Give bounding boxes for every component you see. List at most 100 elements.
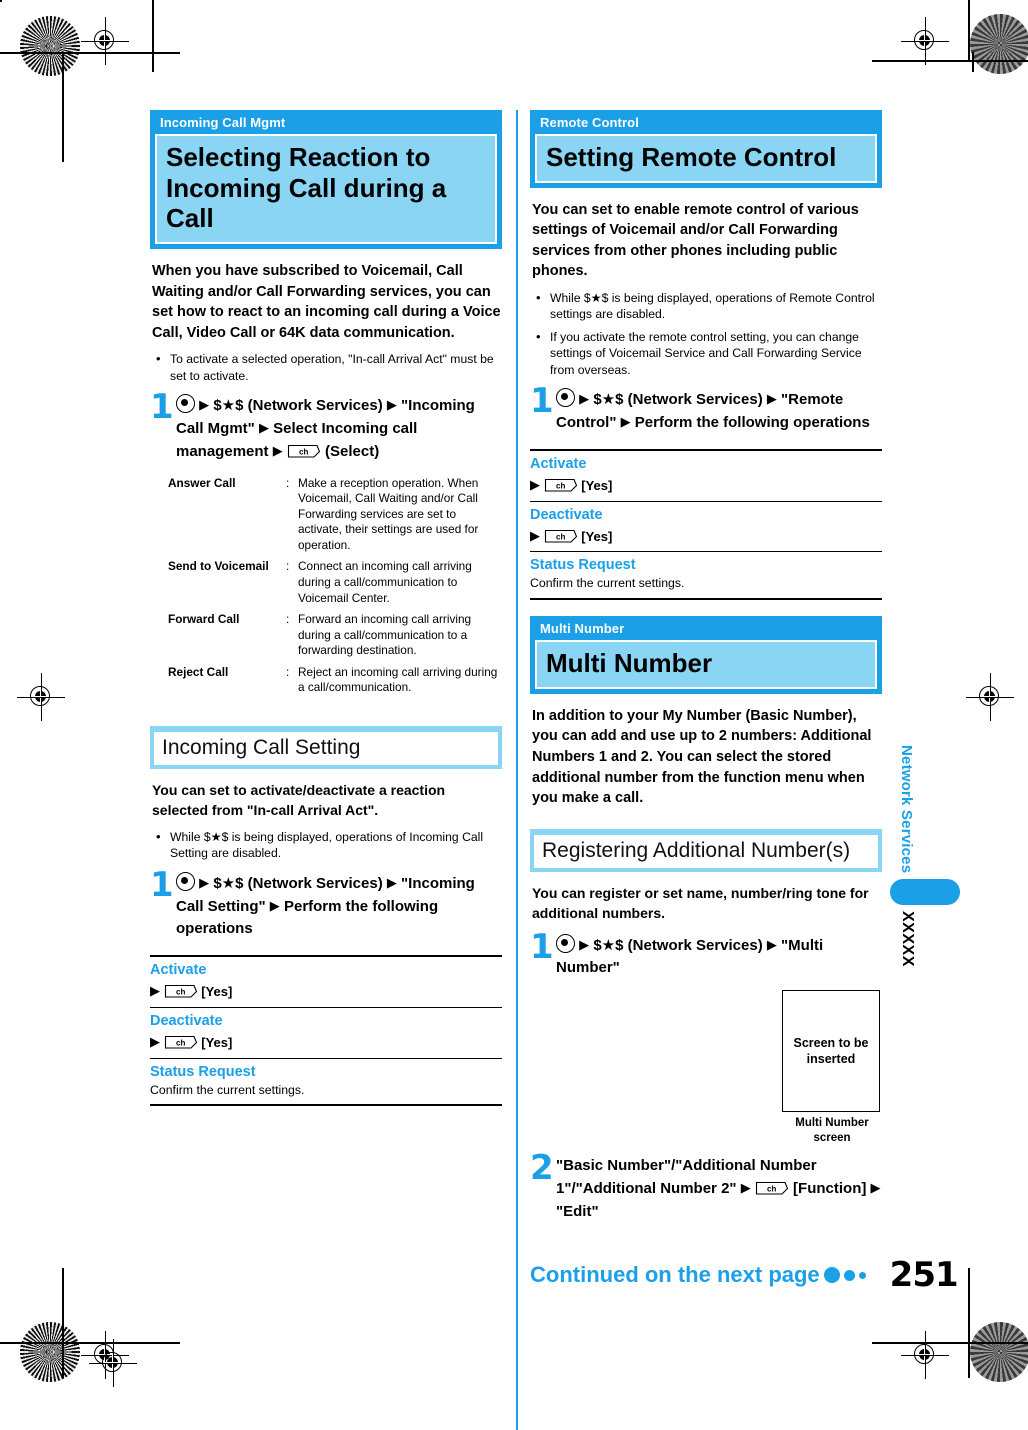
step-text: ▶ $★$ (Network Services) ▶ "Multi Number… (556, 933, 882, 981)
subsection-header-registering-additional-numbers: Registering Additional Number(s) (530, 828, 882, 872)
arrow-icon: ▶ (272, 442, 283, 458)
step-1-incoming-call-setting: 1 ▶ $★$ (Network Services) ▶ "Incoming C… (150, 864, 502, 941)
option-label: Deactivate (150, 1012, 223, 1029)
ch-key-icon: ch (755, 1180, 789, 1196)
step-1-incoming-call-mgmt: 1 ▶ $★$ (Network Services) ▶ "Incoming C… (150, 387, 502, 463)
definition-separator: : (286, 612, 290, 627)
arrow-icon: ▶ (150, 983, 160, 999)
definition-term: Send to Voicemail (168, 559, 269, 574)
arrow-icon: ▶ (579, 391, 590, 407)
arrow-icon: ▶ (766, 936, 777, 952)
step-part-edit: "Edit" (556, 1202, 599, 1220)
arrow-icon: ▶ (386, 874, 397, 890)
step-part-action: Perform the following operations (634, 414, 870, 432)
svg-text:ch: ch (556, 532, 565, 541)
option-description: Confirm the current settings. (150, 1082, 305, 1097)
step-1-multi-number: 1 ▶ $★$ (Network Services) ▶ "Multi Numb… (530, 930, 882, 981)
arrow-icon: ▶ (258, 420, 269, 436)
definition-term: Reject Call (168, 664, 229, 679)
chapter-title: Multi Number (535, 640, 877, 689)
option-status-request: Status Request Confirm the current setti… (150, 1059, 502, 1105)
svg-text:ch: ch (767, 1184, 776, 1193)
option-label: Deactivate (530, 506, 603, 523)
definition-row: Reject Call : Reject an incoming call ar… (168, 665, 502, 696)
side-tab: Network Services XXXXX (890, 745, 960, 968)
arrow-icon: ▶ (766, 391, 777, 407)
page-number: 251 (889, 1255, 959, 1295)
arrow-icon: ▶ (740, 1179, 751, 1195)
subsection-title: Incoming Call Setting (154, 731, 498, 766)
screen-placeholder: Screen to be inserted (782, 990, 880, 1113)
arrow-icon: ▶ (579, 936, 590, 952)
option-label: Status Request (150, 1063, 256, 1080)
bullet-item: If you activate the remote control setti… (534, 328, 882, 378)
definition-row: Answer Call : Make a reception operation… (168, 476, 502, 554)
subsection-lead-text: You can register or set name, number/rin… (532, 884, 869, 921)
section-lead-text: You can set to enable remote control of … (532, 201, 859, 280)
chapter-title: Setting Remote Control (535, 134, 877, 183)
center-key-icon (556, 933, 575, 953)
option-status-request: Status Request Confirm the current setti… (530, 552, 882, 598)
step-part-network-services: $★$ (Network Services) (593, 936, 763, 954)
arrow-icon: ▶ (386, 397, 397, 413)
definition-row: Forward Call : Forward an incoming call … (168, 612, 502, 659)
step-part-function: [Function] (793, 1179, 867, 1197)
side-tab-pill (890, 879, 960, 906)
step-text: "Basic Number"/"Additional Number 1"/"Ad… (556, 1155, 882, 1223)
center-key-icon (176, 394, 195, 414)
step-text: ▶ $★$ (Network Services) ▶ "Incoming Cal… (176, 394, 502, 463)
option-operation: ▶ ch [Yes] (530, 477, 882, 495)
arrow-icon: ▶ (150, 1033, 160, 1049)
option-operation: ▶ ch [Yes] (150, 1034, 502, 1052)
option-operation: ▶ ch [Yes] (530, 528, 882, 546)
left-column: Incoming Call Mgmt Selecting Reaction to… (150, 110, 502, 1107)
option-operation: ▶ ch [Yes] (150, 983, 502, 1001)
subsection-bullets: While $★$ is being displayed, operations… (154, 828, 502, 862)
option-label: Status Request (530, 557, 636, 574)
section-lead-text: When you have subscribed to Voicemail, C… (152, 263, 501, 341)
option-key-label: [Yes] (581, 477, 613, 493)
bullet-item: To activate a selected operation, "In-ca… (154, 350, 502, 384)
option-label: Activate (150, 962, 207, 979)
step-number: 1 (150, 864, 174, 905)
definition-separator: : (286, 475, 290, 490)
svg-text:ch: ch (556, 481, 565, 490)
option-key-label: [Yes] (581, 528, 613, 544)
option-key-label: [Yes] (201, 984, 233, 1000)
arrow-icon: ▶ (530, 476, 540, 492)
definition-term: Answer Call (168, 475, 236, 490)
divider (150, 1104, 502, 1107)
definition-separator: : (286, 559, 290, 574)
subsection-title: Registering Additional Number(s) (534, 834, 878, 868)
definition-row: Send to Voicemail : Connect an incoming … (168, 559, 502, 606)
center-key-icon (176, 871, 195, 891)
screen-illustration-wrap: Screen to be inserted Multi Number scree… (530, 990, 882, 1145)
screen-caption: Multi Number screen (795, 1117, 869, 1144)
step-number: 1 (150, 387, 174, 428)
chapter-tag: Remote Control (540, 115, 639, 130)
definition-term: Forward Call (168, 612, 240, 627)
arrow-icon: ▶ (620, 414, 631, 430)
arrow-icon: ▶ (199, 397, 210, 413)
subsection-header-incoming-call-setting: Incoming Call Setting (150, 725, 502, 770)
screen-illustration: Screen to be inserted Multi Number scree… (782, 990, 882, 1145)
side-tab-chapter-label: Network Services (898, 745, 915, 874)
option-activate: Activate ▶ ch [Yes] (530, 451, 882, 501)
definition-description: Forward an incoming call arriving during… (298, 612, 472, 658)
step-part-action: (Select) (325, 442, 380, 460)
arrow-icon: ▶ (269, 897, 280, 913)
chapter-header-remote-control: Remote Control Setting Remote Control (530, 110, 882, 188)
chapter-tag: Incoming Call Mgmt (160, 115, 286, 130)
side-tab-code: XXXXX (899, 911, 916, 968)
arrow-icon: ▶ (530, 527, 540, 543)
chapter-tag: Multi Number (540, 621, 625, 637)
ch-key-icon: ch (164, 983, 198, 999)
step-1-remote-control: 1 ▶ $★$ (Network Services) ▶ "Remote Con… (530, 384, 882, 435)
ch-key-icon: ch (287, 443, 321, 459)
section-bullets: To activate a selected operation, "In-ca… (154, 350, 502, 384)
step-part-network-services: $★$ (Network Services) (213, 874, 383, 892)
section-bullets: While $★$ is being displayed, operations… (534, 289, 882, 378)
right-column: Remote Control Setting Remote Control Yo… (530, 110, 882, 1223)
bullet-item: While $★$ is being displayed, operations… (534, 289, 882, 323)
option-deactivate: Deactivate ▶ ch [Yes] (150, 1008, 502, 1058)
